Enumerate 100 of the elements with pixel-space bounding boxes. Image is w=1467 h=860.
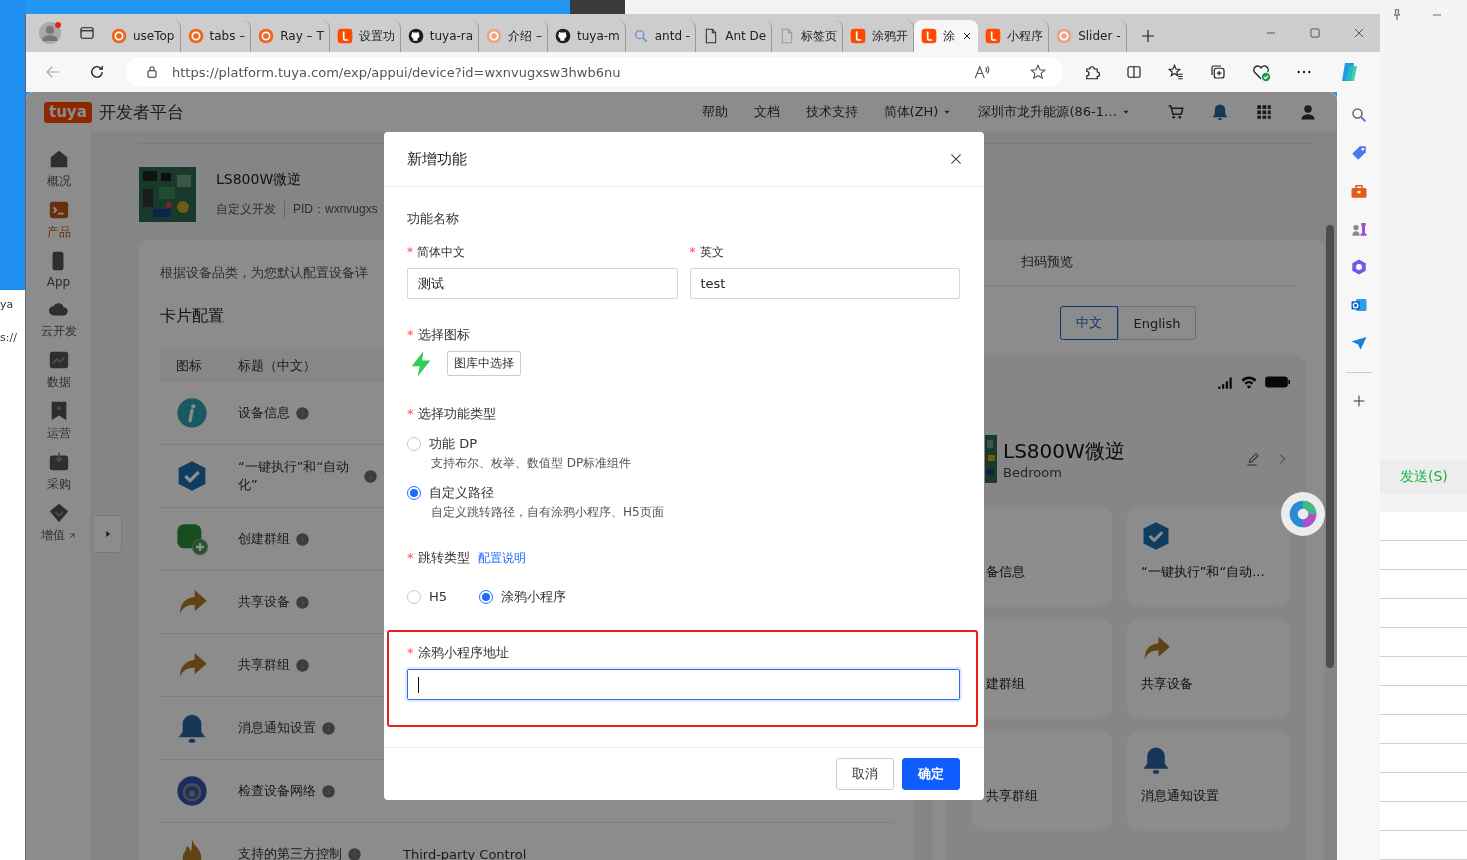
check-icon (1141, 521, 1171, 551)
table-cell: 创建群组 (238, 530, 290, 548)
cart-icon[interactable] (1167, 103, 1185, 121)
round-logo-icon (407, 28, 424, 44)
account-dropdown[interactable]: 深圳市龙升能源(86-1… (978, 103, 1131, 121)
hint-icon (295, 594, 310, 610)
table-cell-text: “一键执行”和“自动化” (238, 458, 351, 494)
refresh-icon[interactable] (88, 63, 106, 81)
chart-icon (47, 349, 70, 371)
ring-icon (486, 28, 503, 44)
hint-icon (295, 531, 310, 547)
required-mark: * (689, 245, 696, 261)
sidebar-item[interactable]: 数据 (46, 349, 71, 391)
option-description: 支持布尔、枚举、数值型 DP标准组件 (431, 456, 633, 471)
app-icon (850, 28, 867, 44)
sidebar-item[interactable]: 云开发 (40, 298, 77, 340)
table-cell: 消息通知设置 (238, 719, 316, 737)
star-icon[interactable] (1029, 63, 1047, 81)
hint-icon (295, 657, 310, 673)
field-label: 跳转类型 (417, 550, 470, 567)
sidebar-item[interactable]: 产品 (46, 199, 71, 241)
edit-icon[interactable] (1244, 451, 1260, 467)
confirm-button[interactable]: 确定 (902, 758, 960, 790)
address-bar[interactable]: https://platform.tuya.com/exp/appui/device?id=wxnvugxsw3hwb6nu (126, 57, 1063, 87)
nav-link[interactable]: 帮助 (701, 103, 728, 121)
sidebar-item[interactable]: 概况 (46, 148, 71, 190)
hint-icon (363, 468, 378, 484)
input-field[interactable]: test (689, 268, 960, 300)
required-mark: * (407, 644, 414, 661)
option-label: 功能 DP (429, 435, 477, 452)
lock-icon (144, 64, 160, 80)
read-aloud-icon[interactable] (973, 63, 991, 81)
function-card[interactable]: 消息通知设置 (1127, 731, 1290, 831)
signal-rings-icon (176, 775, 208, 807)
required-mark: * (407, 405, 414, 422)
field-label: 英文 (699, 245, 724, 261)
collections-icon[interactable] (1209, 63, 1227, 81)
info-icon (176, 397, 208, 429)
field-label: 简体中文 (417, 245, 465, 261)
favorites-icon[interactable] (1167, 63, 1185, 81)
search-icon[interactable] (1349, 106, 1368, 124)
option-label: H5 (429, 588, 448, 605)
function-card[interactable]: “一键执行”和“自动... (1127, 507, 1290, 607)
sidebar-item[interactable]: 运营 (46, 400, 71, 442)
nav-link[interactable]: 技术支持 (805, 103, 858, 121)
option-label: 自定义路径 (429, 485, 494, 502)
tab-panel-icon[interactable] (78, 24, 96, 42)
heart-check-icon[interactable] (1251, 62, 1271, 82)
field-label: 选择功能类型 (417, 405, 496, 422)
collapse-handle[interactable] (94, 515, 122, 553)
sidebar-item[interactable]: 增值 (40, 502, 77, 544)
input-field[interactable]: 测试 (407, 268, 678, 300)
platform-title: 开发者平台 (98, 100, 184, 124)
help-link[interactable]: 配置说明 (477, 550, 526, 566)
mail-icon[interactable] (1349, 296, 1368, 314)
browser-tab[interactable]: 涂 (914, 20, 979, 52)
search-icon (632, 28, 649, 44)
column-header: 标题（中文） (238, 356, 316, 375)
paper-plane-icon[interactable] (1349, 334, 1368, 352)
grid-icon[interactable] (1255, 103, 1273, 121)
chess-icon[interactable] (1349, 220, 1368, 238)
bell-icon (176, 712, 208, 744)
hint-icon (321, 783, 336, 799)
library-button[interactable]: 图库中选择 (447, 351, 521, 376)
table-cell: 共享设备 (238, 593, 290, 611)
check-icon (176, 460, 208, 492)
user-icon[interactable] (1299, 103, 1317, 121)
function-card[interactable]: 共享群组 (972, 731, 1112, 831)
intro-text: 根据设备品类，为您默认配置设备详 (160, 264, 368, 282)
preview-tab[interactable]: 扫码预览 (1021, 240, 1073, 285)
cancel-button[interactable]: 取消 (836, 758, 894, 790)
avatar-icon[interactable] (38, 21, 62, 45)
function-card[interactable]: 共享设备 (1127, 619, 1290, 719)
product-type: 自定义开发 (216, 201, 276, 218)
ring-icon (1056, 28, 1073, 44)
table-cell: 共享群组 (238, 656, 290, 674)
required-mark: * (407, 550, 414, 567)
bell-icon (1211, 103, 1229, 121)
dialog-title: 新增功能 (407, 149, 467, 169)
split-screen-icon[interactable] (1125, 63, 1143, 81)
sidebar-item[interactable]: App (46, 250, 71, 289)
language-dropdown[interactable]: 简体(ZH) (883, 103, 953, 121)
input-field[interactable] (407, 669, 960, 700)
box-icon (47, 451, 70, 473)
nav-link[interactable]: 文档 (753, 103, 780, 121)
table-cell: 检查设备网络 (238, 782, 316, 800)
toolbox-icon[interactable] (1349, 182, 1368, 200)
option-description: 自定义跳转路径，自有涂鸦小程序、H5页面 (431, 505, 665, 521)
maximize-icon[interactable] (1308, 26, 1322, 40)
language-toggle[interactable]: 中文 (1059, 306, 1118, 340)
table-cell: 设备信息 (238, 404, 290, 422)
section-label: 功能名称 (407, 211, 460, 228)
sidebar-item[interactable]: 采购 (46, 451, 71, 493)
close-button[interactable] (948, 151, 964, 167)
device-name: LS800W微逆 (1003, 438, 1125, 465)
puzzle-icon[interactable] (1083, 63, 1101, 81)
option-label: 涂鸦小程序 (501, 588, 567, 605)
required-mark: * (407, 245, 413, 261)
group-add-icon (176, 523, 208, 555)
language-toggle[interactable]: English (1117, 306, 1197, 340)
